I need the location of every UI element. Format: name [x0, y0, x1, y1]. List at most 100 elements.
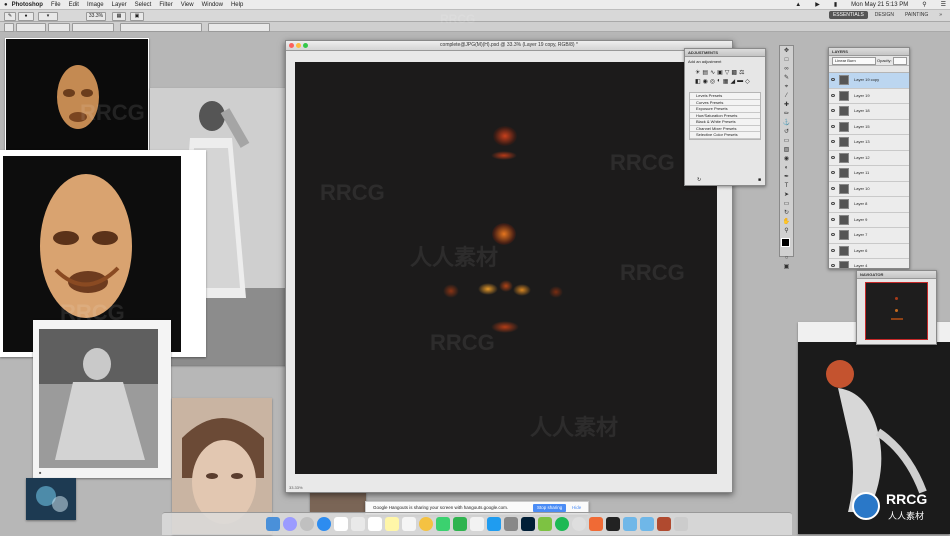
- messages-icon[interactable]: [436, 517, 450, 531]
- menu-view[interactable]: View: [181, 2, 194, 8]
- spotify-icon[interactable]: [555, 517, 569, 531]
- close-icon[interactable]: [289, 43, 294, 48]
- arrange-button[interactable]: ▦: [112, 12, 126, 21]
- brush-tool-icon[interactable]: ✏: [781, 110, 792, 118]
- threshold-icon[interactable]: ◢: [730, 78, 735, 85]
- document-canvas[interactable]: [295, 62, 717, 474]
- foreground-color-swatch[interactable]: [781, 238, 790, 247]
- workspace-more-icon[interactable]: »: [935, 11, 946, 19]
- dodge-tool-icon[interactable]: ◐: [781, 164, 792, 172]
- terminal-icon[interactable]: [606, 517, 620, 531]
- workspace-painting[interactable]: PAINTING: [901, 11, 932, 19]
- calendar-icon[interactable]: [368, 517, 382, 531]
- downloads-folder-icon[interactable]: [640, 517, 654, 531]
- mail-icon[interactable]: [334, 517, 348, 531]
- menu-list-icon[interactable]: ☰: [941, 1, 946, 8]
- layer-row[interactable]: Layer 13: [829, 135, 909, 151]
- layer-row[interactable]: Layer 19 copy: [829, 73, 909, 89]
- finder-icon[interactable]: [266, 517, 280, 531]
- document-zoom-status[interactable]: 33.33%: [289, 485, 303, 490]
- visibility-eye-icon[interactable]: [831, 124, 835, 128]
- type-tool-icon[interactable]: T: [781, 182, 792, 190]
- zoom-icon[interactable]: [303, 43, 308, 48]
- apple-icon[interactable]: ●: [4, 2, 8, 8]
- hand-tool-icon[interactable]: ✋: [781, 218, 792, 226]
- minimize-icon[interactable]: [296, 43, 301, 48]
- brightness-icon[interactable]: ☀: [695, 69, 700, 76]
- panel-menu-icon[interactable]: ■: [758, 177, 761, 183]
- show-transform-controls[interactable]: [72, 23, 114, 32]
- move-tool-option[interactable]: [4, 23, 14, 32]
- visibility-eye-icon[interactable]: [831, 93, 835, 97]
- layer-row[interactable]: Layer 9: [829, 212, 909, 228]
- reminders-icon[interactable]: [402, 517, 416, 531]
- folder-icon[interactable]: [623, 517, 637, 531]
- brush-size-button[interactable]: ●: [18, 12, 34, 21]
- workspace-essentials[interactable]: ESSENTIALS: [828, 11, 868, 19]
- visibility-eye-icon[interactable]: [831, 217, 835, 221]
- quick-select-tool-icon[interactable]: ✎: [781, 74, 792, 82]
- navigator-proxy-view[interactable]: [865, 282, 928, 340]
- blur-tool-icon[interactable]: ◉: [781, 155, 792, 163]
- channel-mixer-icon[interactable]: ◎: [710, 78, 715, 85]
- menu-file[interactable]: File: [51, 2, 61, 8]
- menubar-clock[interactable]: Mon May 21 5:13 PM: [851, 2, 908, 8]
- invert-icon[interactable]: ◐: [717, 78, 721, 85]
- safari-icon[interactable]: [317, 517, 331, 531]
- visibility-eye-icon[interactable]: [831, 155, 835, 159]
- app-store-icon[interactable]: [487, 517, 501, 531]
- healing-tool-icon[interactable]: ✚: [781, 101, 792, 109]
- hue-saturation-icon[interactable]: ▩: [731, 69, 737, 76]
- history-brush-tool-icon[interactable]: ↺: [781, 128, 792, 136]
- path-select-tool-icon[interactable]: ➤: [781, 191, 792, 199]
- shape-tool-icon[interactable]: ▭: [781, 200, 792, 208]
- lasso-tool-icon[interactable]: ∞: [781, 65, 792, 73]
- screen-mode-button[interactable]: ▣: [130, 12, 144, 21]
- visibility-eye-icon[interactable]: [831, 264, 835, 267]
- layer-row[interactable]: Layer 19: [829, 88, 909, 104]
- reference-image-mask-small[interactable]: [5, 38, 149, 152]
- search-icon[interactable]: ⚲: [922, 1, 926, 8]
- posterize-icon[interactable]: ▦: [723, 78, 729, 85]
- menu-window[interactable]: Window: [202, 2, 223, 8]
- adjustments-panel-title[interactable]: ADJUSTMENTS: [685, 49, 765, 57]
- menu-help[interactable]: Help: [231, 2, 243, 8]
- app-menu[interactable]: Photoshop: [12, 2, 43, 8]
- navigator-panel-title[interactable]: NAVIGATOR: [857, 271, 936, 279]
- document-window[interactable]: complete@JPG(M)(H).psd @ 33.3% (Layer 19…: [285, 40, 733, 493]
- contacts-icon[interactable]: [351, 517, 365, 531]
- facetime-icon[interactable]: [453, 517, 467, 531]
- clip-layer-icon[interactable]: ↻: [697, 177, 701, 183]
- eyedropper-tool-icon[interactable]: ⁄: [781, 92, 792, 100]
- firefox-icon[interactable]: [589, 517, 603, 531]
- color-balance-icon[interactable]: ⚖: [739, 69, 744, 76]
- visibility-eye-icon[interactable]: [831, 186, 835, 190]
- document-title-bar[interactable]: complete@JPG(M)(H).psd @ 33.3% (Layer 19…: [286, 41, 732, 51]
- layer-row[interactable]: Layer 18: [829, 104, 909, 120]
- gradient-map-icon[interactable]: ▬: [737, 78, 743, 85]
- menu-layer[interactable]: Layer: [112, 2, 127, 8]
- android-file-transfer-icon[interactable]: [538, 517, 552, 531]
- opacity-input[interactable]: [893, 57, 907, 65]
- zoom-select[interactable]: 33.3%: [86, 12, 106, 21]
- menu-image[interactable]: Image: [87, 2, 104, 8]
- pen-tool-icon[interactable]: ✒: [781, 173, 792, 181]
- auto-select-dropdown[interactable]: [48, 23, 70, 32]
- blend-mode-select[interactable]: Linear Burn: [832, 57, 876, 65]
- chrome-icon[interactable]: [572, 517, 586, 531]
- workspace-design[interactable]: DESIGN: [871, 11, 898, 19]
- itunes-icon[interactable]: [470, 517, 484, 531]
- layer-row[interactable]: Layer 8: [829, 197, 909, 213]
- wifi-icon[interactable]: ▲: [795, 2, 801, 8]
- selective-color-icon[interactable]: ◇: [745, 78, 750, 85]
- layer-row[interactable]: Layer 12: [829, 150, 909, 166]
- reference-image-boy[interactable]: ■: [33, 320, 171, 478]
- siri-icon[interactable]: [283, 517, 297, 531]
- volume-icon[interactable]: ▶: [815, 1, 820, 8]
- 3d-rotate-tool-icon[interactable]: ↻: [781, 209, 792, 217]
- layer-row[interactable]: Layer 15: [829, 119, 909, 135]
- menu-select[interactable]: Select: [135, 2, 152, 8]
- layer-row[interactable]: Layer 4: [829, 259, 909, 268]
- battery-icon[interactable]: ▮: [834, 1, 837, 8]
- photo-filter-icon[interactable]: ◉: [703, 78, 708, 85]
